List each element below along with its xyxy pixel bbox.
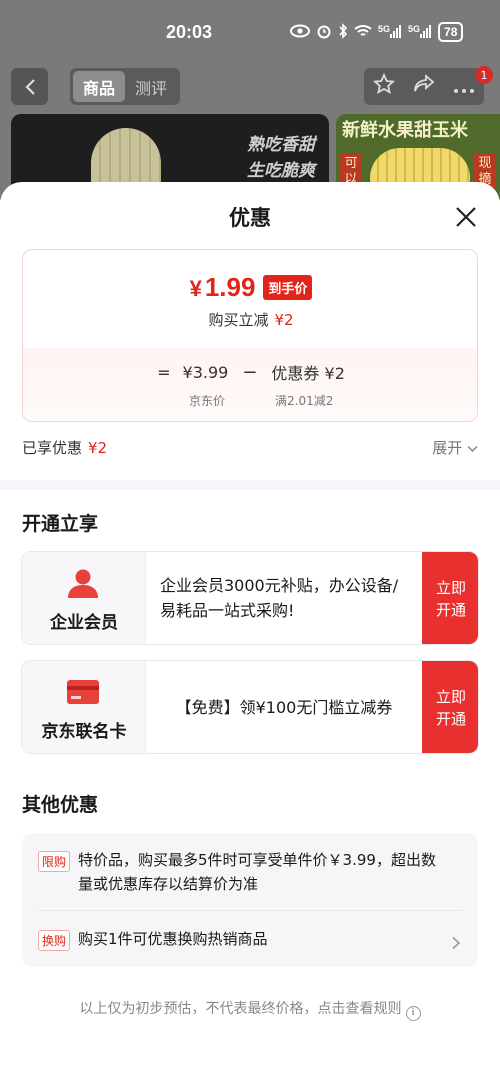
background-product-page: 20:03 5G 5G 78 商品 测评 1 熟吃香甜 生吃脆爽 新鲜水果甜玉米…	[0, 0, 500, 200]
promo-divider	[38, 910, 462, 911]
promo-tag: 换购	[38, 930, 71, 951]
chevron-right-icon[interactable]	[450, 936, 462, 950]
status-time: 20:03	[166, 22, 213, 42]
chevron-left-icon	[24, 78, 35, 95]
tab-group: 商品 测评	[70, 68, 180, 105]
nav-actions	[364, 68, 484, 105]
rules-note-text: 以上仅为初步预估，不代表最终价格，点击查看规则	[79, 1001, 402, 1017]
signal-1-icon: 5G	[378, 24, 402, 41]
currency-symbol: ¥	[189, 276, 202, 301]
promo-item-exchange[interactable]: 换购 购买1件可优惠换购热销商品	[38, 927, 438, 951]
open-section-title: 开通立享	[22, 513, 99, 535]
status-icons: 5G 5G 78	[290, 22, 464, 42]
final-price-row: ¥1.99 到手价	[23, 272, 477, 303]
close-icon	[456, 207, 476, 227]
alarm-icon	[316, 23, 332, 42]
price-formula: = ¥3.99 − 优惠券 ¥2 京东价 满2.01减2	[23, 348, 477, 421]
notification-badge: 1	[475, 66, 493, 84]
benefit-name: 企业会员	[50, 613, 118, 633]
instant-cut: 购买立减 ¥2	[23, 309, 477, 330]
price-breakdown-card: ¥1.99 到手价 购买立减 ¥2 = ¥3.99 − 优惠券 ¥2 京东价 满2…	[22, 249, 478, 422]
enjoyed-amount: ¥2	[88, 439, 108, 457]
minus-sign: −	[242, 361, 258, 383]
secondary-banner-title: 新鲜水果甜玉米	[342, 120, 468, 141]
final-price-value: 1.99	[204, 272, 256, 302]
card-icon	[67, 680, 99, 704]
price-summary: ¥1.99 到手价 购买立减 ¥2	[23, 250, 477, 348]
equals-sign: =	[157, 362, 171, 382]
share-icon[interactable]	[413, 74, 435, 99]
base-price-caption: 京东价	[189, 394, 226, 408]
benefit-name: 京东联名卡	[41, 722, 127, 742]
expand-toggle[interactable]: 展开	[432, 437, 478, 458]
info-icon: i	[405, 1006, 421, 1021]
enjoyed-discount-row: 已享优惠 ¥2 展开	[22, 437, 478, 459]
promo-item-limit: 限购 特价品，购买最多5件时可享受单件价￥3.99，超出数量或优惠库存以结算价为…	[38, 848, 438, 896]
benefit-card-left: 企业会员	[22, 552, 146, 644]
benefit-card-left: 京东联名卡	[22, 661, 146, 753]
battery-indicator: 78	[438, 22, 464, 42]
promo-tag: 限购	[38, 851, 71, 872]
section-divider	[0, 480, 500, 490]
chevron-down-icon	[467, 445, 478, 453]
wifi-icon	[354, 24, 372, 41]
final-price-tag: 到手价	[263, 275, 313, 300]
benefit-description: 【免费】领¥100无门槛立减券	[146, 661, 422, 753]
close-button[interactable]	[451, 202, 481, 232]
base-price: ¥3.99	[182, 362, 229, 382]
instant-cut-label: 购买立减	[208, 311, 269, 329]
back-button[interactable]	[11, 68, 48, 105]
final-price: ¥1.99	[190, 272, 256, 303]
bluetooth-icon	[338, 22, 348, 42]
top-navigation: 商品 测评 1	[0, 66, 500, 108]
benefit-card-cobrand: 京东联名卡 【免费】领¥100无门槛立减券 立即开通	[21, 660, 479, 754]
open-enterprise-button[interactable]: 立即开通	[422, 552, 478, 644]
expand-label: 展开	[432, 439, 463, 457]
enjoyed-label: 已享优惠	[22, 439, 83, 457]
status-bar: 20:03 5G 5G 78	[0, 0, 500, 60]
banner-line1: 熟吃香甜	[247, 135, 315, 155]
formula-row: = ¥3.99 − 优惠券 ¥2	[23, 360, 477, 384]
coupon-amount: 优惠券 ¥2	[271, 364, 345, 383]
other-section-title: 其他优惠	[22, 794, 99, 816]
discount-sheet: 优惠 ¥1.99 到手价 购买立减 ¥2 = ¥3.99 − 优惠券 ¥2 京东价…	[0, 182, 500, 1085]
sheet-title: 优惠	[229, 206, 271, 230]
benefit-description: 企业会员3000元补贴，办公设备/易耗品一站式采购!	[146, 552, 422, 644]
promo-text: 购买1件可优惠换购热销商品	[78, 930, 268, 948]
open-cobrand-card-button[interactable]: 立即开通	[422, 661, 478, 753]
coupon-caption: 满2.01减2	[275, 394, 334, 408]
tab-product[interactable]: 商品	[73, 71, 125, 102]
instant-cut-amount: ¥2	[274, 311, 294, 329]
more-icon[interactable]	[453, 75, 475, 99]
signal-2-icon: 5G	[408, 24, 432, 41]
eye-icon	[290, 24, 310, 41]
favorite-star-icon[interactable]	[372, 72, 396, 100]
benefit-card-enterprise: 企业会员 企业会员3000元补贴，办公设备/易耗品一站式采购! 立即开通	[21, 551, 479, 645]
person-icon	[68, 569, 98, 598]
rules-note[interactable]: 以上仅为初步预估，不代表最终价格，点击查看规则 i	[0, 998, 500, 1021]
banner-line2: 生吃脆爽	[247, 161, 315, 181]
promo-text: 特价品，购买最多5件时可享受单件价￥3.99，超出数量或优惠库存以结算价为准	[78, 851, 436, 893]
tab-review[interactable]: 测评	[125, 71, 177, 102]
